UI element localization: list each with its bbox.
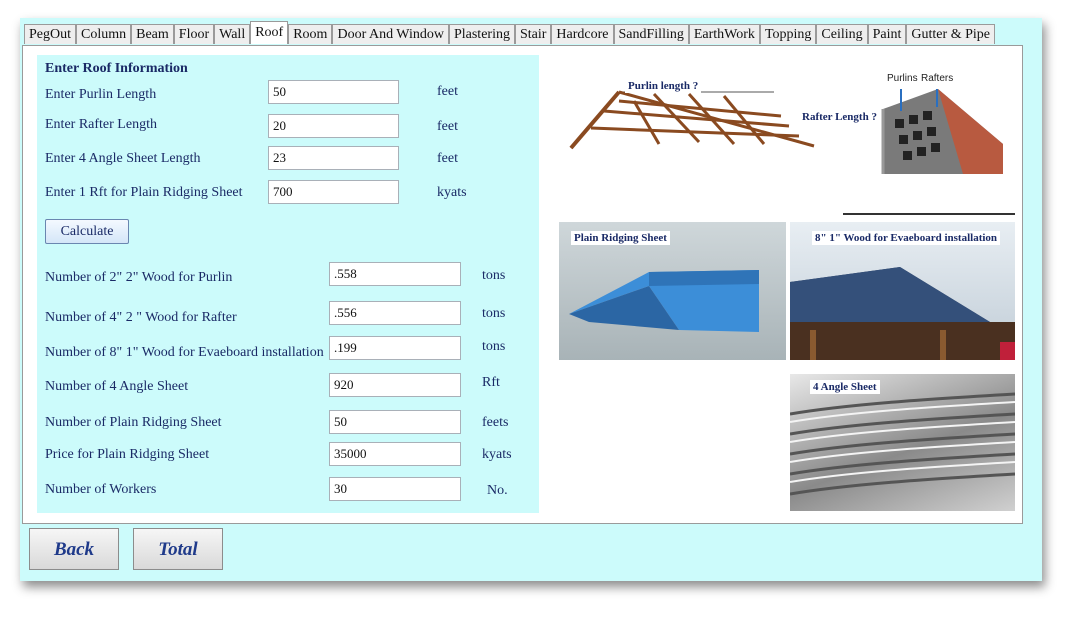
evaeboard-wood-unit: tons [482, 339, 506, 354]
tab-roof[interactable]: Roof [250, 21, 289, 44]
angle-sheet-length-unit: feet [437, 151, 458, 166]
tab-pegout[interactable]: PegOut [24, 24, 76, 44]
rafter-length-input[interactable] [268, 114, 399, 138]
angle-sheet-length-label: Enter 4 Angle Sheet Length [45, 151, 201, 166]
tab-ceiling[interactable]: Ceiling [816, 24, 868, 44]
workers-unit: No. [487, 483, 508, 498]
ridging-count-unit: feets [482, 415, 509, 430]
roof-form: Enter Roof Information Enter Purlin Leng… [37, 55, 539, 513]
ridging-count-output[interactable] [329, 410, 461, 434]
tab-stair[interactable]: Stair [514, 24, 552, 44]
angle-sheet-caption: 4 Angle Sheet [810, 380, 880, 394]
angle-sheet-count-output[interactable] [329, 373, 461, 397]
evaeboard-image: 8" 1" Wood for Evaeboard installation [790, 222, 1015, 360]
purlin-caption: Purlin length ? [625, 79, 702, 93]
angle-sheet-length-input[interactable] [268, 146, 399, 170]
tab-hardcore[interactable]: Hardcore [551, 24, 614, 44]
angle-sheet-image: 4 Angle Sheet [790, 374, 1015, 511]
back-button[interactable]: Back [29, 528, 119, 570]
tab-door-and-window[interactable]: Door And Window [332, 24, 449, 44]
purlin-length-label: Enter Purlin Length [45, 87, 157, 102]
tab-sandfilling[interactable]: SandFilling [613, 24, 689, 44]
ridging-rate-input[interactable] [268, 180, 399, 204]
workers-label: Number of Workers [45, 482, 157, 497]
purlin-length-unit: feet [437, 84, 458, 99]
tab-column[interactable]: Column [76, 24, 132, 44]
tab-earthwork[interactable]: EarthWork [688, 24, 760, 44]
ridging-count-label: Number of Plain Ridging Sheet [45, 415, 222, 430]
tab-floor[interactable]: Floor [173, 24, 215, 44]
ridging-sheet-image: Plain Ridging Sheet [559, 222, 786, 360]
purlin-diagram: Purlin length ? [559, 76, 839, 186]
angle-sheet-count-unit: Rft [482, 375, 500, 390]
purlins-tag: Purlins [887, 73, 918, 84]
ridging-price-output[interactable] [329, 442, 461, 466]
rafters-tag: Rafters [921, 73, 954, 84]
rafter-wood-output[interactable] [329, 301, 461, 325]
calculate-button[interactable]: Calculate [45, 219, 129, 244]
tab-topping[interactable]: Topping [759, 24, 817, 44]
total-button[interactable]: Total [133, 528, 223, 570]
tab-beam[interactable]: Beam [131, 24, 174, 44]
evaeboard-wood-label: Number of 8" 1" Wood for Evaeboard insta… [45, 345, 324, 360]
form-heading: Enter Roof Information [45, 61, 188, 76]
ridging-rate-label: Enter 1 Rft for Plain Ridging Sheet [45, 185, 243, 200]
tab-bar: PegOut Column Beam Floor Wall Roof Room Door An… [24, 21, 995, 46]
tab-room[interactable]: Room [288, 24, 333, 44]
tab-gutter-pipe[interactable]: Gutter & Pipe [906, 24, 995, 44]
corrugated-sheet-icon [790, 392, 1015, 496]
rafter-length-label: Enter Rafter Length [45, 117, 157, 132]
tab-wall[interactable]: Wall [214, 24, 251, 44]
tab-paint[interactable]: Paint [867, 24, 907, 44]
angle-sheet-count-label: Number of 4 Angle Sheet [45, 379, 189, 394]
purlin-wood-output[interactable] [329, 262, 461, 286]
ridging-price-label: Price for Plain Ridging Sheet [45, 447, 210, 462]
evaeboard-wood-output[interactable] [329, 336, 461, 360]
rafter-caption: Rafter Length ? [802, 111, 877, 123]
ridging-caption: Plain Ridging Sheet [571, 231, 670, 245]
roof-panel: Enter Roof Information Enter Purlin Leng… [22, 45, 1023, 524]
purlin-wood-unit: tons [482, 268, 506, 283]
rafter-wood-label: Number of 4" 2 " Wood for Rafter [45, 310, 237, 325]
app-window: PegOut Column Beam Floor Wall Roof Room Door An… [20, 18, 1042, 581]
evaeboard-caption: 8" 1" Wood for Evaeboard installation [812, 231, 1001, 245]
ridging-rate-unit: kyats [437, 185, 467, 200]
rafter-length-unit: feet [437, 119, 458, 134]
ridging-price-unit: kyats [482, 447, 512, 462]
tab-plastering[interactable]: Plastering [448, 24, 515, 44]
purlin-length-input[interactable] [268, 80, 399, 104]
purlin-wood-label: Number of 2" 2" Wood for Purlin [45, 270, 233, 285]
rafter-wood-unit: tons [482, 306, 506, 321]
rafter-diagram: Purlins Rafters [843, 49, 1015, 215]
workers-output[interactable] [329, 477, 461, 501]
